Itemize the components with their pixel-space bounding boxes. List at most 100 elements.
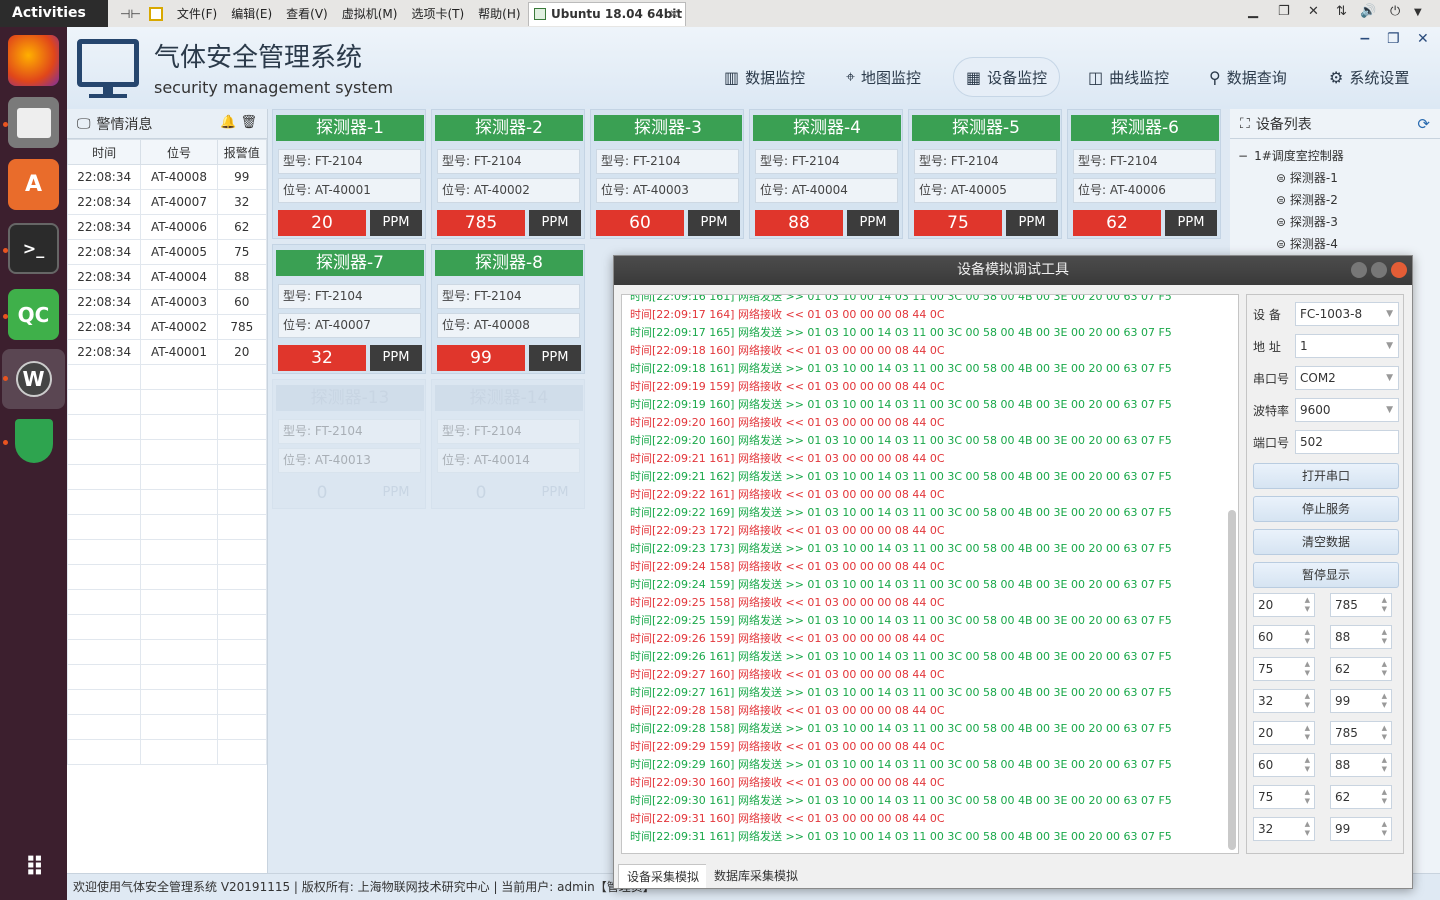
detector-card[interactable]: 探测器-3 型号: FT-2104 位号: AT-40003 60 PPM	[590, 109, 744, 239]
value-spinbox[interactable]: 88 ▲ ▼	[1330, 625, 1392, 649]
security-icon[interactable]	[8, 415, 59, 466]
table-row[interactable]: 22:08:34 AT-40002 785	[66, 314, 268, 340]
spin-arrows-icon[interactable]: ▲ ▼	[1382, 820, 1387, 838]
detector-card[interactable]: 探测器-8 型号: FT-2104 位号: AT-40008 99 PPM	[431, 244, 585, 374]
value-spinbox[interactable]: 75 ▲ ▼	[1253, 785, 1315, 809]
menu-help[interactable]: 帮助(H)	[478, 5, 520, 22]
spin-arrows-icon[interactable]: ▲ ▼	[1382, 788, 1387, 806]
detector-card[interactable]: 探测器-4 型号: FT-2104 位号: AT-40004 88 PPM	[749, 109, 903, 239]
communication-log[interactable]: 时间[22:09:16 161] 网络发送 >> 01 03 10 00 14 …	[621, 294, 1239, 854]
table-row[interactable]	[66, 514, 268, 540]
action-button[interactable]: 清空数据	[1253, 529, 1399, 555]
value-spinbox[interactable]: 62 ▲ ▼	[1330, 657, 1392, 681]
nav-device-monitor[interactable]: ▦ 设备监控	[953, 57, 1061, 97]
spin-arrows-icon[interactable]: ▲ ▼	[1305, 660, 1310, 678]
table-row[interactable]	[66, 689, 268, 715]
close-icon[interactable]: ✕	[1308, 4, 1319, 19]
tab-database-simulation[interactable]: 数据库采集模拟	[706, 864, 807, 888]
table-row[interactable]: 22:08:34 AT-40006 62	[66, 214, 268, 240]
detector-card[interactable]: 探测器-2 型号: FT-2104 位号: AT-40002 785 PPM	[431, 109, 585, 239]
firefox-icon[interactable]	[8, 35, 59, 86]
nav-system-settings[interactable]: ⚙ 系统设置	[1317, 57, 1421, 97]
spin-arrows-icon[interactable]: ▲ ▼	[1305, 596, 1310, 614]
network-icon[interactable]: ⇅	[1336, 4, 1347, 19]
app-icon[interactable]: W	[2, 349, 65, 409]
table-row[interactable]	[66, 714, 268, 740]
value-spinbox[interactable]: 88 ▲ ▼	[1330, 753, 1392, 777]
menu-edit[interactable]: 编辑(E)	[231, 5, 272, 22]
nav-curve-monitor[interactable]: ◫ 曲线监控	[1076, 57, 1181, 97]
detector-card[interactable]: 探测器-1 型号: FT-2104 位号: AT-40001 20 PPM	[272, 109, 426, 239]
spin-arrows-icon[interactable]: ▲ ▼	[1305, 788, 1310, 806]
chevron-down-icon[interactable]: ▼	[1414, 7, 1422, 18]
menu-file[interactable]: 文件(F)	[177, 5, 217, 22]
value-spinbox[interactable]: 32 ▲ ▼	[1253, 817, 1315, 841]
table-row[interactable]: 22:08:34 AT-40004 88	[66, 264, 268, 290]
spin-arrows-icon[interactable]: ▲ ▼	[1305, 756, 1310, 774]
table-row[interactable]	[66, 614, 268, 640]
tab-device-simulation[interactable]: 设备采集模拟	[618, 864, 709, 888]
value-spinbox[interactable]: 62 ▲ ▼	[1330, 785, 1392, 809]
tree-item[interactable]: ⊜ 探测器-2	[1238, 189, 1440, 211]
table-row[interactable]	[66, 739, 268, 765]
minimize-icon[interactable]: −	[1359, 31, 1371, 47]
setting-field[interactable]: COM2 ▼	[1295, 366, 1399, 390]
nav-data-monitor[interactable]: ▥ 数据监控	[712, 57, 817, 97]
table-row[interactable]	[66, 389, 268, 415]
maximize-icon[interactable]	[1371, 262, 1387, 278]
tree-item[interactable]: ⊜ 探测器-1	[1238, 167, 1440, 189]
qtcreator-icon[interactable]: QC	[8, 289, 59, 340]
table-row[interactable]	[66, 364, 268, 390]
detector-card[interactable]: 探测器-6 型号: FT-2104 位号: AT-40006 62 PPM	[1067, 109, 1221, 239]
trash-icon[interactable]: 🗑	[240, 115, 257, 130]
table-row[interactable]: 22:08:34 AT-40003 60	[66, 289, 268, 315]
detector-card[interactable]: 探测器-7 型号: FT-2104 位号: AT-40007 32 PPM	[272, 244, 426, 374]
spin-arrows-icon[interactable]: ▲ ▼	[1305, 724, 1310, 742]
action-button[interactable]: 暂停显示	[1253, 562, 1399, 588]
table-row[interactable]	[66, 489, 268, 515]
table-row[interactable]	[66, 539, 268, 565]
action-button[interactable]: 打开串口	[1253, 463, 1399, 489]
log-scrollbar[interactable]	[1228, 510, 1236, 850]
table-row[interactable]	[66, 439, 268, 465]
value-spinbox[interactable]: 20 ▲ ▼	[1253, 593, 1315, 617]
value-spinbox[interactable]: 20 ▲ ▼	[1253, 721, 1315, 745]
volume-icon[interactable]: 🔊	[1360, 4, 1376, 19]
nav-map-monitor[interactable]: ⌖ 地图监控	[834, 57, 933, 97]
spin-arrows-icon[interactable]: ▲ ▼	[1305, 692, 1310, 710]
tree-item[interactable]: ⊜ 探测器-3	[1238, 211, 1440, 233]
value-spinbox[interactable]: 785 ▲ ▼	[1330, 721, 1392, 745]
close-icon[interactable]: ✕	[1417, 31, 1429, 47]
tree-item[interactable]: ⊜ 探测器-4	[1238, 233, 1440, 255]
value-spinbox[interactable]: 99 ▲ ▼	[1330, 689, 1392, 713]
spin-arrows-icon[interactable]: ▲ ▼	[1382, 756, 1387, 774]
setting-field[interactable]: 502	[1295, 430, 1399, 454]
table-row[interactable]: 22:08:34 AT-40008 99	[66, 164, 268, 190]
table-row[interactable]: 22:08:34 AT-40007 32	[66, 189, 268, 215]
value-spinbox[interactable]: 60 ▲ ▼	[1253, 625, 1315, 649]
restore-icon[interactable]: ❐	[1278, 4, 1290, 19]
spin-arrows-icon[interactable]: ▲ ▼	[1305, 820, 1310, 838]
spin-arrows-icon[interactable]: ▲ ▼	[1382, 628, 1387, 646]
restore-icon[interactable]: ❐	[1387, 31, 1400, 47]
detector-card[interactable]: 探测器-14 型号: FT-2104 位号: AT-40014 0 PPM	[431, 379, 585, 509]
spin-arrows-icon[interactable]: ▲ ▼	[1382, 724, 1387, 742]
spin-arrows-icon[interactable]: ▲ ▼	[1382, 660, 1387, 678]
close-icon[interactable]: ✕	[669, 3, 679, 25]
table-row[interactable]	[66, 414, 268, 440]
action-button[interactable]: 停止服务	[1253, 496, 1399, 522]
menu-vm[interactable]: 虚拟机(M)	[342, 5, 398, 22]
files-icon[interactable]	[8, 97, 59, 148]
detector-card[interactable]: 探测器-13 型号: FT-2104 位号: AT-40013 0 PPM	[272, 379, 426, 509]
spin-arrows-icon[interactable]: ▲ ▼	[1382, 692, 1387, 710]
menu-tabs[interactable]: 选项卡(T)	[411, 5, 464, 22]
table-row[interactable]	[66, 664, 268, 690]
setting-field[interactable]: FC-1003-8 ▼	[1295, 302, 1399, 326]
menu-view[interactable]: 查看(V)	[286, 5, 328, 22]
bell-icon[interactable]: 🔔	[220, 115, 236, 130]
power-icon[interactable]: ⏻	[1390, 4, 1400, 19]
close-icon[interactable]	[1391, 262, 1407, 278]
value-spinbox[interactable]: 99 ▲ ▼	[1330, 817, 1392, 841]
show-apps-icon[interactable]: ⠿	[8, 842, 59, 893]
value-spinbox[interactable]: 75 ▲ ▼	[1253, 657, 1315, 681]
